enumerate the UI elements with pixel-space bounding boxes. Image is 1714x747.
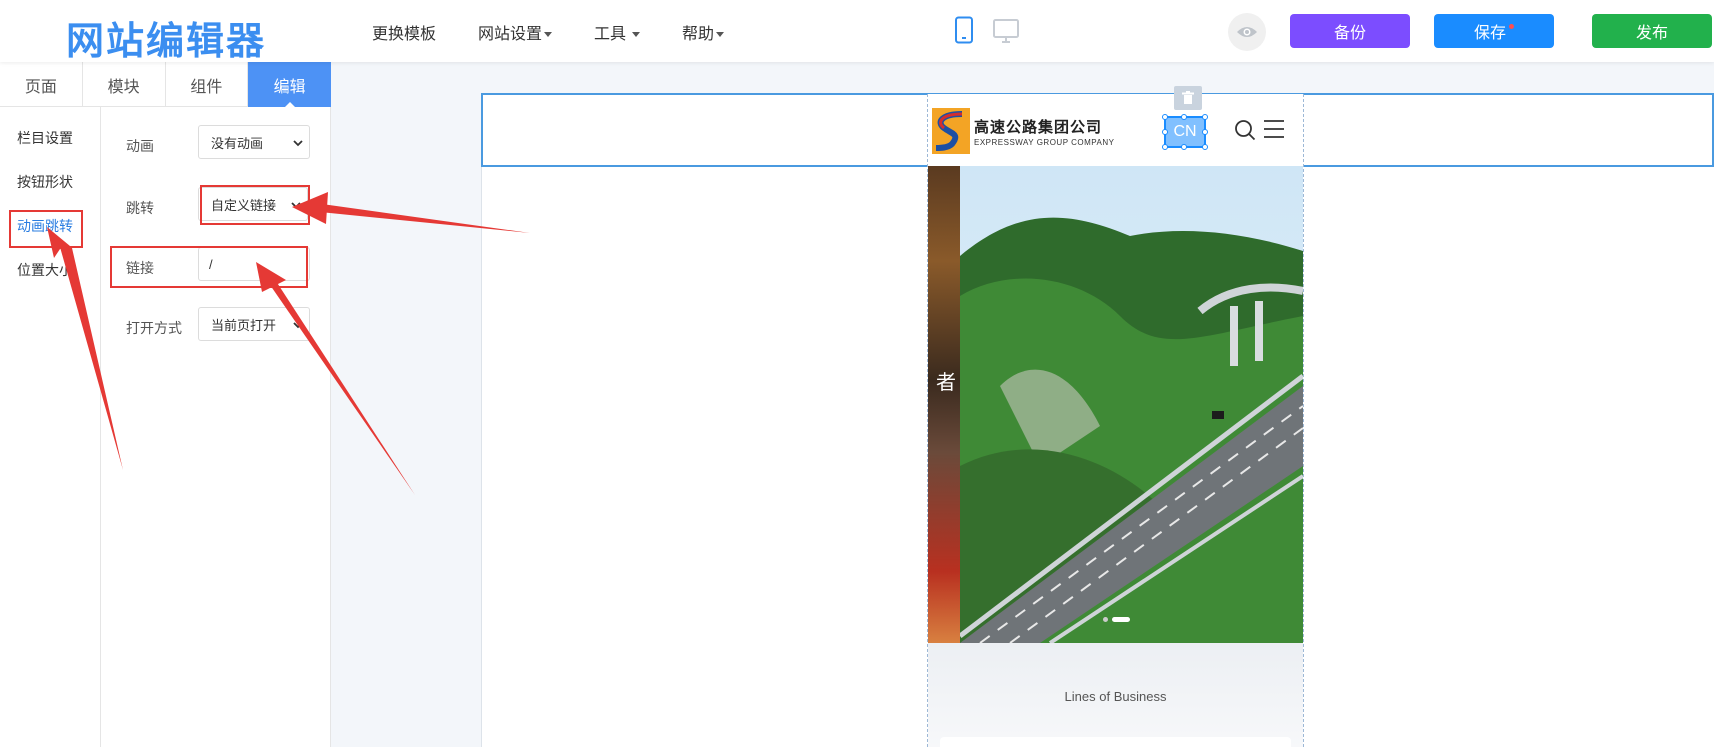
open-mode-value: 当前页打开: [211, 317, 277, 333]
nav-change-template-label: 更换模板: [372, 26, 437, 43]
company-name-en: EXPRESSWAY GROUP COMPANY: [974, 137, 1115, 147]
side-item-column-settings[interactable]: 栏目设置: [17, 128, 73, 148]
annotation-box-side-item: [9, 210, 83, 248]
site-logo-text: 高速公路集团公司 EXPRESSWAY GROUP COMPANY: [974, 116, 1114, 147]
delete-icon[interactable]: [1174, 86, 1202, 110]
tab-edit[interactable]: 编辑: [248, 62, 331, 108]
animation-select[interactable]: 没有动画: [198, 125, 310, 159]
resize-handle[interactable]: [1181, 114, 1187, 120]
site-logo[interactable]: 高速公路集团公司 EXPRESSWAY GROUP COMPANY: [932, 108, 1114, 154]
carousel-dot[interactable]: [1103, 617, 1108, 622]
nav-tools[interactable]: 工具: [594, 20, 641, 44]
resize-handle[interactable]: [1162, 144, 1168, 150]
search-icon[interactable]: [1234, 119, 1256, 141]
hero-side-text: 者: [936, 372, 956, 394]
backup-label: 备份: [1333, 25, 1366, 42]
carousel-dots[interactable]: [1103, 617, 1130, 622]
save-button[interactable]: 保存: [1434, 14, 1554, 48]
open-mode-select[interactable]: 当前页打开: [198, 307, 310, 341]
nav-tools-label: 工具: [594, 26, 627, 43]
business-card[interactable]: [940, 737, 1291, 747]
company-name-cn: 高速公路集团公司: [974, 118, 1103, 136]
chevron-down-icon: [293, 140, 303, 147]
hero-side-image: 者: [928, 166, 960, 643]
nav-help[interactable]: 帮助: [682, 20, 725, 44]
nav-site-settings-label: 网站设置: [478, 26, 543, 43]
nav-change-template[interactable]: 更换模板: [372, 20, 436, 44]
open-mode-label: 打开方式: [126, 320, 182, 336]
resize-handle[interactable]: [1162, 129, 1168, 135]
tab-modules[interactable]: 模块: [83, 62, 166, 107]
menu-icon[interactable]: [1264, 120, 1284, 138]
animation-label: 动画: [126, 138, 154, 154]
resize-handle[interactable]: [1181, 144, 1187, 150]
section-title: Lines of Business: [1064, 689, 1167, 704]
panel-tabs: 页面 模块 组件 编辑: [0, 62, 331, 108]
side-item-button-shape[interactable]: 按钮形状: [17, 172, 73, 192]
resize-handle[interactable]: [1202, 114, 1208, 120]
chevron-down-icon: [293, 322, 303, 329]
annotation-box-link: [110, 246, 308, 288]
language-button[interactable]: CN: [1162, 114, 1208, 150]
annotation-box-jump: [200, 185, 310, 225]
site-header[interactable]: 高速公路集团公司 EXPRESSWAY GROUP COMPANY CN: [928, 86, 1303, 166]
app-logo: 网站编辑器: [66, 19, 267, 63]
company-logo-icon: [932, 108, 970, 154]
tab-components[interactable]: 组件: [166, 62, 249, 107]
animation-value: 没有动画: [211, 135, 264, 151]
caret-down-icon: [632, 32, 641, 38]
publish-button[interactable]: 发布: [1592, 14, 1712, 48]
hero-banner[interactable]: 者: [928, 166, 1303, 643]
hero-highway-image: [960, 166, 1303, 643]
resize-handle[interactable]: [1202, 129, 1208, 135]
side-menu: 栏目设置 按钮形状 动画跳转 位置大小: [0, 107, 101, 747]
unsaved-dot: [1509, 23, 1514, 29]
business-section: Lines of Business: [928, 643, 1303, 747]
caret-down-icon: [544, 32, 553, 38]
resize-handle[interactable]: [1162, 114, 1168, 120]
side-item-position-size[interactable]: 位置大小: [17, 260, 73, 280]
tab-pages[interactable]: 页面: [0, 62, 83, 107]
publish-label: 发布: [1635, 25, 1668, 42]
resize-handle[interactable]: [1202, 144, 1208, 150]
jump-label: 跳转: [126, 200, 154, 216]
mobile-preview: 高速公路集团公司 EXPRESSWAY GROUP COMPANY CN 者 L…: [927, 86, 1304, 747]
mobile-view-icon[interactable]: [954, 16, 974, 49]
carousel-dot-active[interactable]: [1112, 617, 1130, 622]
nav-help-label: 帮助: [682, 26, 715, 43]
nav-site-settings[interactable]: 网站设置: [478, 20, 553, 44]
desktop-view-icon[interactable]: [992, 18, 1020, 49]
save-label: 保存: [1473, 25, 1506, 42]
language-label: CN: [1173, 123, 1197, 140]
top-bar: 网站编辑器 更换模板 网站设置 工具 帮助 备份 保存 发布: [0, 0, 1714, 63]
caret-down-icon: [716, 32, 725, 38]
backup-button[interactable]: 备份: [1290, 14, 1410, 48]
left-panel: 页面 模块 组件 编辑 栏目设置 按钮形状 动画跳转 位置大小 动画 没有动画 …: [0, 62, 331, 747]
preview-eye-icon[interactable]: [1228, 13, 1266, 51]
